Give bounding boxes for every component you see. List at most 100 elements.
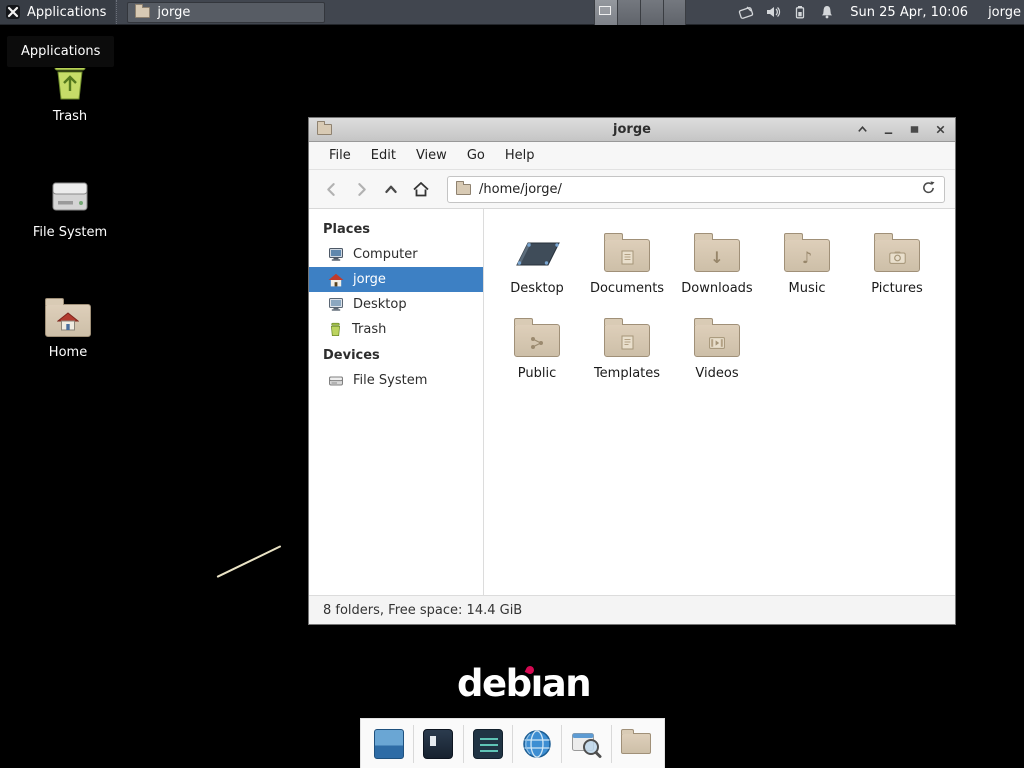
drive-icon [328, 374, 344, 388]
location-path[interactable]: /home/jorge/ [479, 182, 913, 197]
workspace-1[interactable] [594, 0, 617, 25]
reload-button[interactable] [921, 180, 936, 199]
file-item-pictures[interactable]: Pictures [853, 225, 941, 296]
show-desktop-icon [374, 729, 404, 759]
desktop-icon-filesystem[interactable]: File System [22, 172, 118, 240]
dock-separator [561, 725, 562, 763]
file-label: Templates [594, 366, 660, 381]
file-item-downloads[interactable]: ↓ Downloads [673, 225, 761, 296]
debian-wallpaper-logo: debıan [457, 662, 590, 705]
dropdown-terminal-icon [473, 729, 503, 759]
sidebar-item-filesystem[interactable]: File System [309, 368, 483, 393]
applications-menu-button[interactable]: Applications [0, 0, 115, 24]
sidebar-item-computer[interactable]: Computer [309, 242, 483, 267]
workspace-2[interactable] [617, 0, 640, 25]
status-text: 8 folders, Free space: 14.4 GiB [323, 603, 522, 618]
power-battery-icon[interactable] [792, 4, 808, 20]
file-item-desktop[interactable]: Desktop [493, 225, 581, 296]
file-manager-folder-icon [621, 733, 651, 754]
file-label: Pictures [871, 281, 922, 296]
file-label: Music [789, 281, 826, 296]
desktop-folder-icon [507, 225, 567, 277]
user-home-icon [328, 273, 344, 287]
public-folder-icon [507, 310, 567, 362]
workspace-3[interactable] [640, 0, 663, 25]
up-button[interactable] [379, 177, 403, 201]
documents-folder-icon [597, 225, 657, 277]
file-item-public[interactable]: Public [493, 310, 581, 381]
dropdown-terminal-launcher[interactable] [469, 725, 507, 763]
file-manager-window: jorge File Edit View Go Help [308, 117, 956, 625]
desktop-icon-label: Home [20, 345, 116, 360]
pictures-folder-icon [867, 225, 927, 277]
location-bar[interactable]: /home/jorge/ [447, 176, 945, 203]
sidebar-item-label: Desktop [353, 297, 407, 312]
folder-icon [135, 7, 150, 18]
forward-button[interactable] [349, 177, 373, 201]
menubar: File Edit View Go Help [309, 142, 955, 170]
templates-folder-icon [597, 310, 657, 362]
menu-view[interactable]: View [406, 144, 457, 167]
tooltip-text: Applications [21, 44, 100, 59]
sidebar-header-places: Places [309, 216, 483, 242]
terminal-launcher[interactable] [419, 725, 457, 763]
dock-separator [611, 725, 612, 763]
logo-text: deb [457, 662, 531, 705]
menu-help[interactable]: Help [495, 144, 545, 167]
volume-icon[interactable] [765, 4, 781, 20]
menu-edit[interactable]: Edit [361, 144, 406, 167]
location-folder-icon [456, 184, 471, 195]
file-item-documents[interactable]: Documents [583, 225, 671, 296]
minimize-button[interactable] [881, 123, 895, 137]
sidebar-item-trash[interactable]: Trash [309, 317, 483, 342]
menu-file[interactable]: File [319, 144, 361, 167]
top-panel: Applications jorge Sun 25 Apr, 10:06 [0, 0, 1024, 25]
taskbar-window-button[interactable]: jorge [127, 2, 325, 23]
window-titlebar[interactable]: jorge [309, 118, 955, 142]
desktop-icon-home[interactable]: Home [20, 292, 116, 360]
shade-button[interactable] [855, 123, 869, 137]
home-button[interactable] [409, 177, 433, 201]
file-view[interactable]: Desktop Documents ↓ [484, 209, 955, 595]
sidebar-item-jorge[interactable]: jorge [309, 267, 483, 292]
dock-separator [463, 725, 464, 763]
close-button[interactable] [933, 123, 947, 137]
workspace-switcher[interactable] [594, 0, 686, 25]
wallpaper-stray-line [217, 545, 282, 578]
dock-separator [512, 725, 513, 763]
music-folder-icon: ♪ [777, 225, 837, 277]
desktop-icon-label: Trash [22, 109, 118, 124]
show-desktop-button[interactable] [370, 725, 408, 763]
videos-folder-icon [687, 310, 747, 362]
panel-separator [116, 0, 123, 24]
trash-icon [328, 322, 343, 337]
application-finder-launcher[interactable] [567, 725, 605, 763]
sidebar-item-desktop[interactable]: Desktop [309, 292, 483, 317]
sidebar: Places Computer jorge [309, 209, 484, 595]
file-item-templates[interactable]: Templates [583, 310, 671, 381]
back-button[interactable] [319, 177, 343, 201]
workspace-4[interactable] [663, 0, 686, 25]
file-item-videos[interactable]: Videos [673, 310, 761, 381]
sidebar-item-label: jorge [353, 272, 386, 287]
menu-go[interactable]: Go [457, 144, 495, 167]
home-folder-icon [20, 292, 116, 340]
sidebar-item-label: File System [353, 373, 427, 388]
input-tablet-icon[interactable] [738, 4, 754, 20]
filesystem-drive-icon [22, 172, 118, 220]
bottom-dock [360, 718, 665, 768]
toolbar: /home/jorge/ [309, 170, 955, 209]
web-browser-launcher[interactable] [518, 725, 556, 763]
clock: Sun 25 Apr, 10:06 [850, 5, 968, 20]
dock-separator [413, 725, 414, 763]
applications-menu-label: Applications [27, 5, 106, 20]
file-item-music[interactable]: ♪ Music [763, 225, 851, 296]
house-emblem-icon [57, 312, 79, 331]
terminal-icon [423, 729, 453, 759]
file-manager-launcher[interactable] [617, 725, 655, 763]
notifications-bell-icon[interactable] [819, 4, 835, 20]
web-browser-globe-icon [521, 728, 553, 760]
maximize-button[interactable] [907, 123, 921, 137]
file-label: Public [518, 366, 556, 381]
taskbar-window-label: jorge [157, 5, 190, 20]
